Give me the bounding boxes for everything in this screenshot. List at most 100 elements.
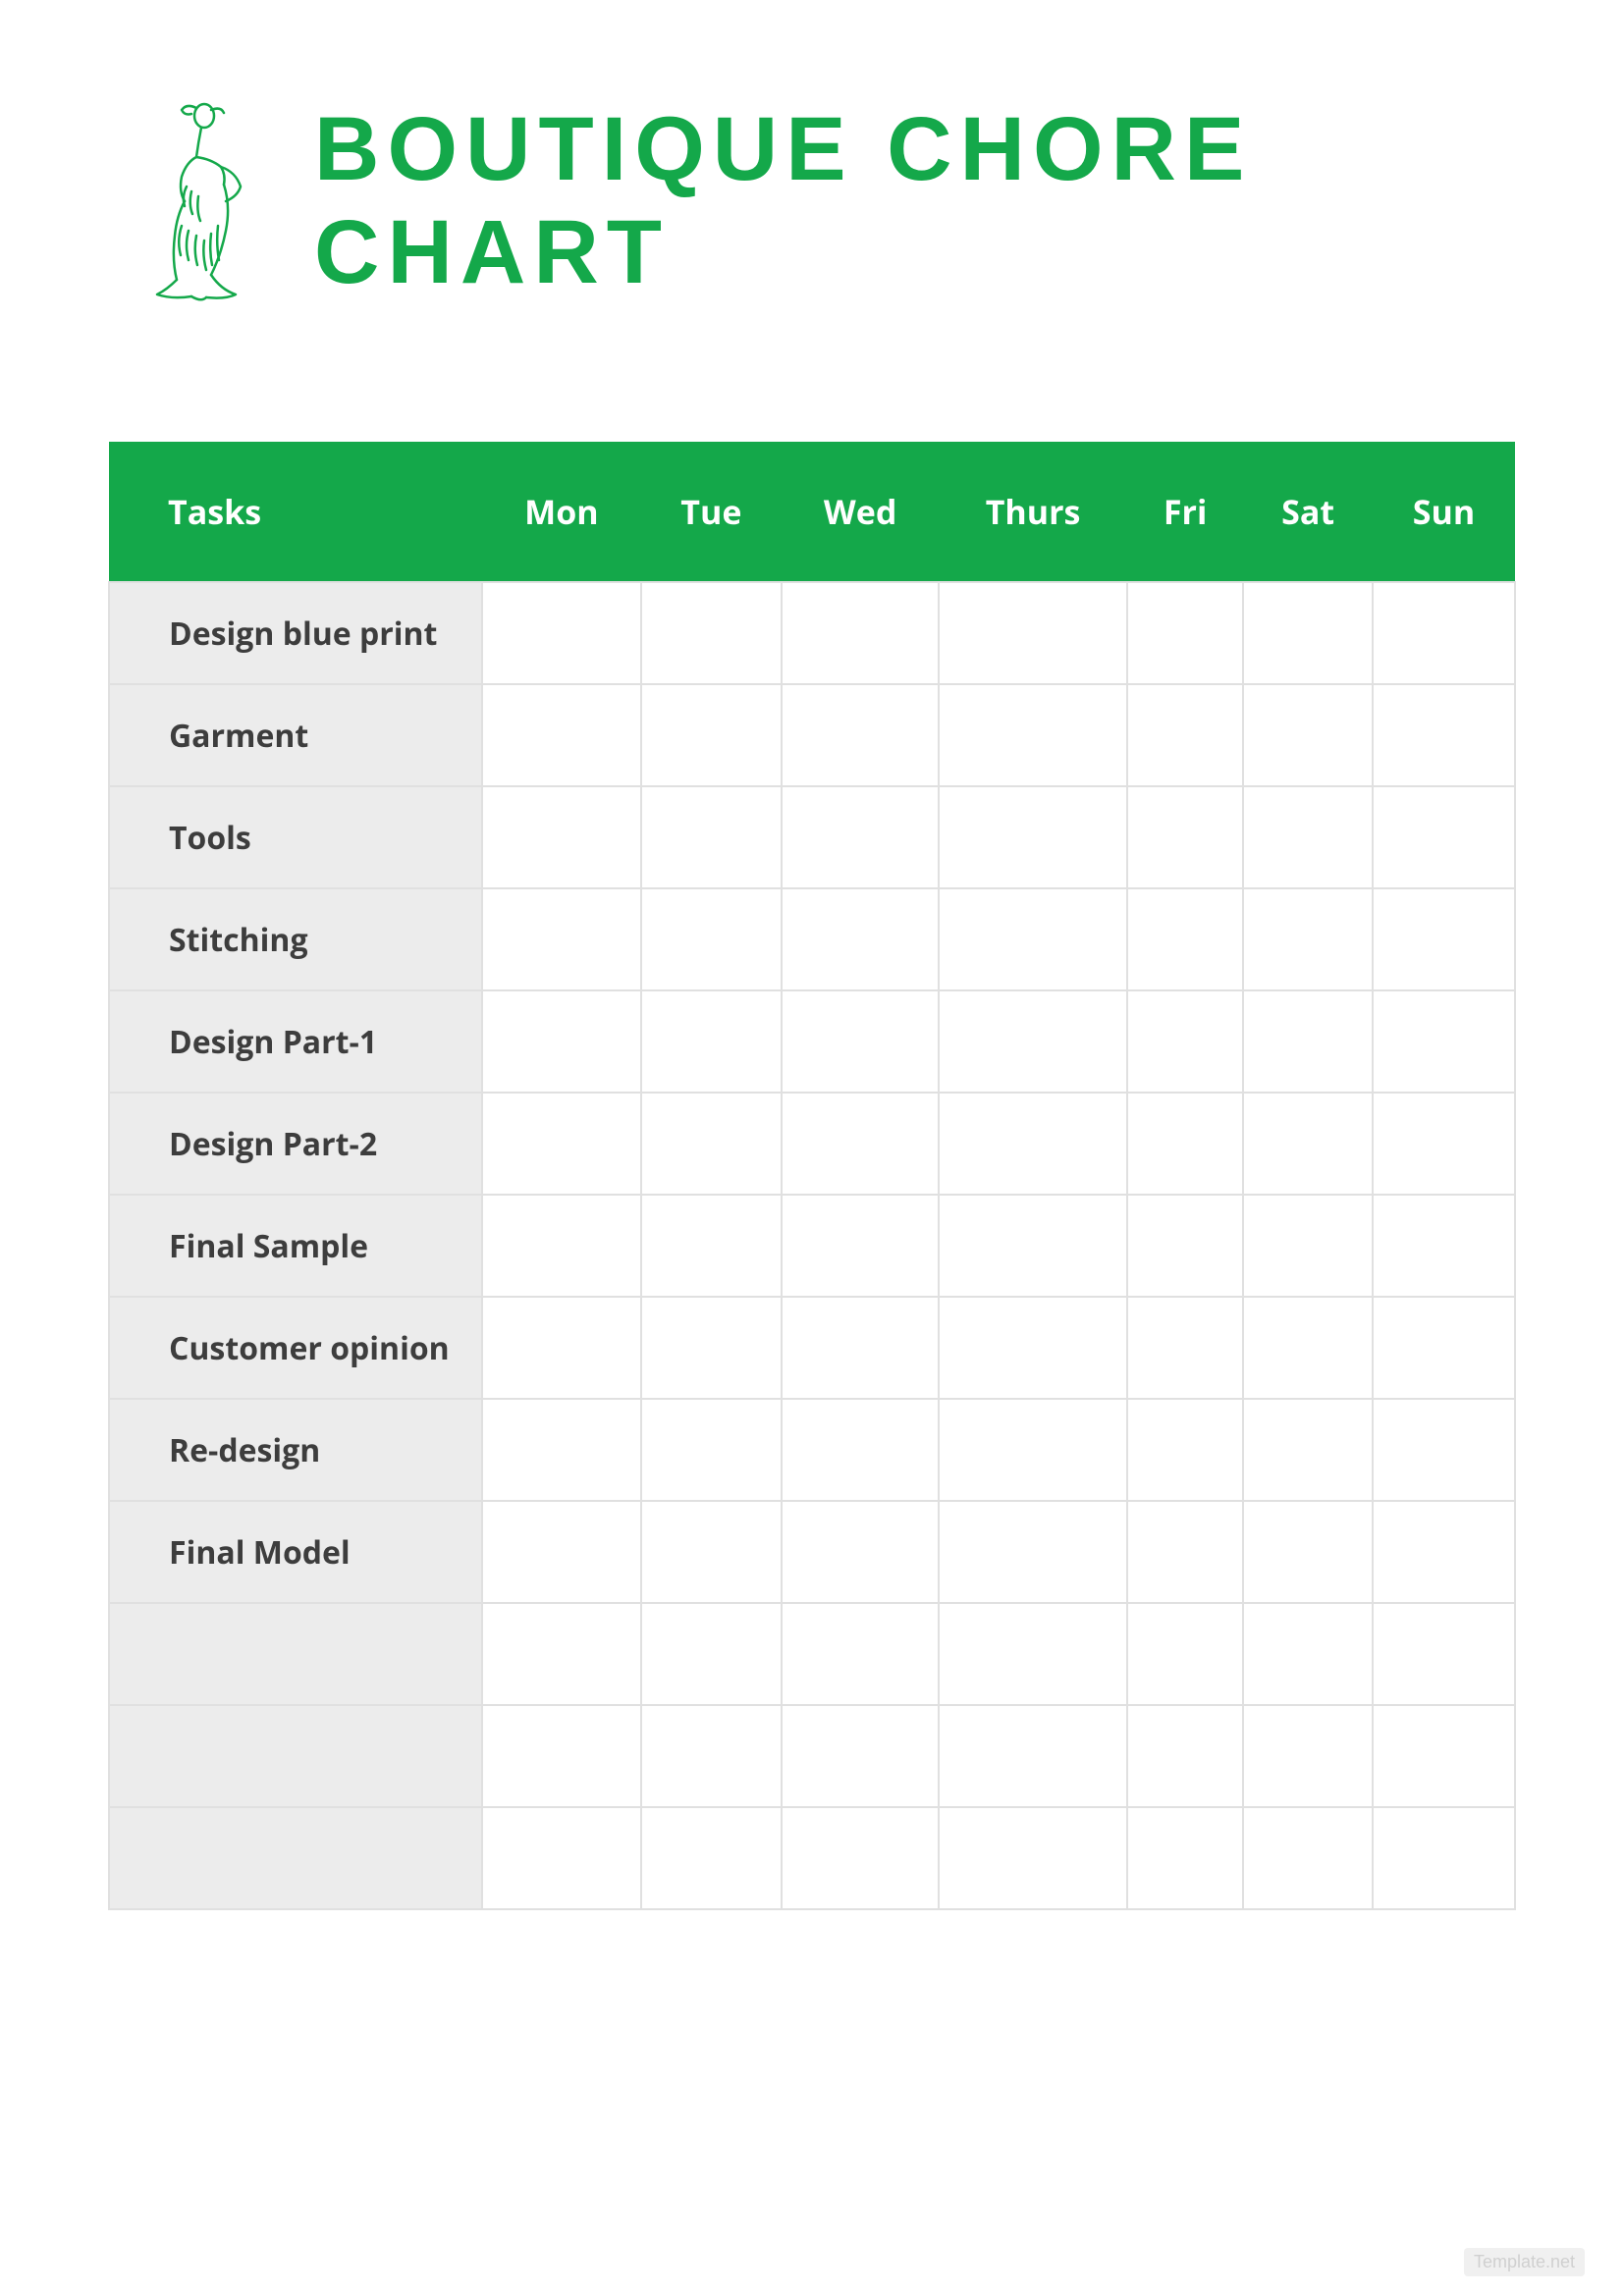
task-cell — [109, 1603, 482, 1705]
day-cell[interactable] — [939, 582, 1127, 684]
fashion-figure-icon — [128, 98, 275, 304]
day-cell[interactable] — [782, 786, 939, 888]
day-cell[interactable] — [482, 1807, 641, 1909]
day-cell[interactable] — [482, 1399, 641, 1501]
day-cell[interactable] — [482, 1705, 641, 1807]
day-cell[interactable] — [1373, 888, 1515, 990]
day-cell[interactable] — [1243, 888, 1373, 990]
day-cell[interactable] — [782, 1399, 939, 1501]
day-cell[interactable] — [1127, 1603, 1243, 1705]
day-cell[interactable] — [482, 888, 641, 990]
day-cell[interactable] — [939, 1093, 1127, 1195]
task-cell — [109, 1807, 482, 1909]
day-cell[interactable] — [782, 1195, 939, 1297]
day-cell[interactable] — [1243, 1399, 1373, 1501]
day-cell[interactable] — [1243, 990, 1373, 1093]
day-cell[interactable] — [641, 1297, 782, 1399]
day-cell[interactable] — [641, 1093, 782, 1195]
day-cell[interactable] — [1373, 1807, 1515, 1909]
day-cell[interactable] — [1243, 1297, 1373, 1399]
day-cell[interactable] — [1373, 582, 1515, 684]
day-cell[interactable] — [641, 1399, 782, 1501]
day-cell[interactable] — [1373, 1705, 1515, 1807]
day-cell[interactable] — [641, 684, 782, 786]
day-cell[interactable] — [782, 1297, 939, 1399]
day-cell[interactable] — [939, 990, 1127, 1093]
day-cell[interactable] — [782, 1705, 939, 1807]
day-cell[interactable] — [482, 1195, 641, 1297]
day-cell[interactable] — [782, 582, 939, 684]
day-cell[interactable] — [939, 1705, 1127, 1807]
day-cell[interactable] — [782, 990, 939, 1093]
day-cell[interactable] — [1127, 786, 1243, 888]
task-cell: Customer opinion — [109, 1297, 482, 1399]
day-cell[interactable] — [482, 786, 641, 888]
day-cell[interactable] — [782, 1603, 939, 1705]
day-cell[interactable] — [939, 786, 1127, 888]
table-row: Tools — [109, 786, 1515, 888]
day-cell[interactable] — [1373, 1603, 1515, 1705]
day-cell[interactable] — [1243, 582, 1373, 684]
day-cell[interactable] — [1373, 1399, 1515, 1501]
day-cell[interactable] — [1373, 1297, 1515, 1399]
day-cell[interactable] — [1127, 1195, 1243, 1297]
day-cell[interactable] — [1127, 1705, 1243, 1807]
day-cell[interactable] — [939, 1603, 1127, 1705]
day-cell[interactable] — [482, 684, 641, 786]
day-cell[interactable] — [1243, 1501, 1373, 1603]
day-cell[interactable] — [482, 1297, 641, 1399]
day-cell[interactable] — [482, 990, 641, 1093]
day-cell[interactable] — [482, 1603, 641, 1705]
day-cell[interactable] — [1373, 990, 1515, 1093]
day-cell[interactable] — [1243, 684, 1373, 786]
day-cell[interactable] — [1373, 1093, 1515, 1195]
day-cell[interactable] — [1243, 1603, 1373, 1705]
day-cell[interactable] — [1127, 1501, 1243, 1603]
day-cell[interactable] — [782, 684, 939, 786]
column-header: Sun — [1373, 442, 1515, 582]
day-cell[interactable] — [1243, 786, 1373, 888]
day-cell[interactable] — [939, 1399, 1127, 1501]
day-cell[interactable] — [641, 1705, 782, 1807]
day-cell[interactable] — [1127, 684, 1243, 786]
day-cell[interactable] — [1373, 1195, 1515, 1297]
page-title: BOUTIQUE CHORE CHART — [314, 98, 1516, 304]
day-cell[interactable] — [641, 786, 782, 888]
day-cell[interactable] — [782, 1501, 939, 1603]
day-cell[interactable] — [641, 1603, 782, 1705]
day-cell[interactable] — [1243, 1807, 1373, 1909]
day-cell[interactable] — [1127, 1093, 1243, 1195]
day-cell[interactable] — [782, 888, 939, 990]
day-cell[interactable] — [782, 1807, 939, 1909]
day-cell[interactable] — [1127, 582, 1243, 684]
day-cell[interactable] — [641, 582, 782, 684]
day-cell[interactable] — [939, 1195, 1127, 1297]
day-cell[interactable] — [641, 1195, 782, 1297]
day-cell[interactable] — [939, 684, 1127, 786]
day-cell[interactable] — [939, 1297, 1127, 1399]
day-cell[interactable] — [641, 990, 782, 1093]
task-cell: Re-design — [109, 1399, 482, 1501]
day-cell[interactable] — [1243, 1705, 1373, 1807]
day-cell[interactable] — [782, 1093, 939, 1195]
day-cell[interactable] — [1127, 1807, 1243, 1909]
day-cell[interactable] — [482, 582, 641, 684]
day-cell[interactable] — [1127, 990, 1243, 1093]
day-cell[interactable] — [482, 1093, 641, 1195]
day-cell[interactable] — [1373, 786, 1515, 888]
day-cell[interactable] — [1243, 1195, 1373, 1297]
day-cell[interactable] — [1127, 888, 1243, 990]
day-cell[interactable] — [1127, 1399, 1243, 1501]
day-cell[interactable] — [641, 888, 782, 990]
day-cell[interactable] — [482, 1501, 641, 1603]
day-cell[interactable] — [641, 1501, 782, 1603]
day-cell[interactable] — [1243, 1093, 1373, 1195]
table-row: Design Part-2 — [109, 1093, 1515, 1195]
day-cell[interactable] — [1127, 1297, 1243, 1399]
day-cell[interactable] — [939, 888, 1127, 990]
day-cell[interactable] — [1373, 1501, 1515, 1603]
day-cell[interactable] — [939, 1501, 1127, 1603]
day-cell[interactable] — [939, 1807, 1127, 1909]
day-cell[interactable] — [1373, 684, 1515, 786]
day-cell[interactable] — [641, 1807, 782, 1909]
